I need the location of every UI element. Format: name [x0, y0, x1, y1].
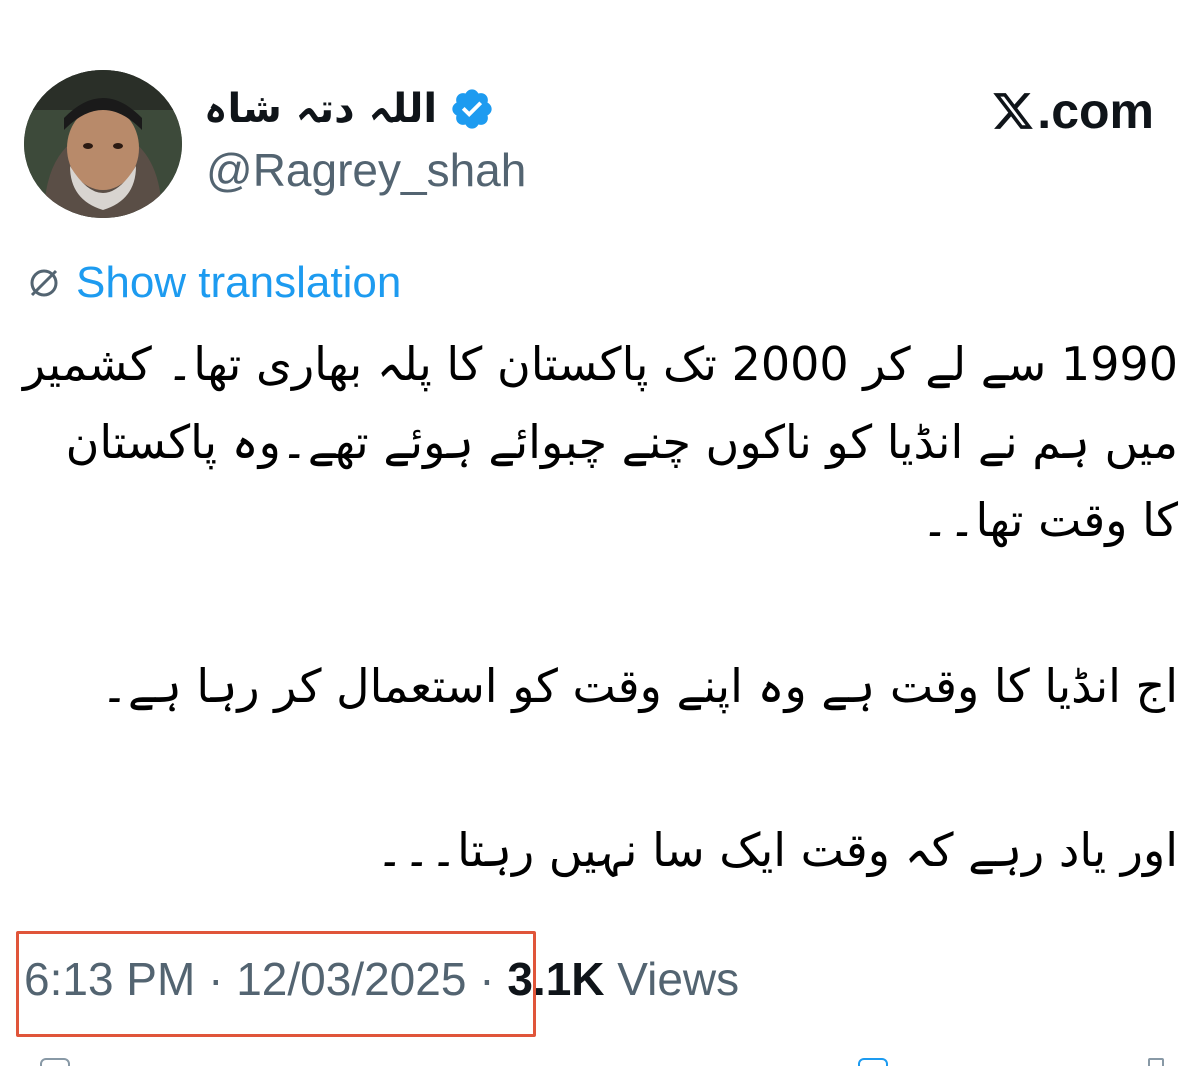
tweet-meta: 6:13 PM · 12/03/2025 · 3.1K Views	[24, 952, 739, 1006]
watermark: .com	[991, 82, 1154, 140]
tweet-paragraph: اج انڈیا کا وقت ہے وہ اپنے وقت کو استعما…	[100, 659, 1178, 713]
verified-badge-icon	[452, 89, 492, 129]
meta-separator: ·	[195, 953, 237, 1005]
tweet-paragraph: 1990 سے لے کر 2000 تک پاکستان کا پلہ بھا…	[22, 337, 1178, 547]
display-name-row: اللہ دتہ شاہ	[204, 78, 495, 140]
tweet-date[interactable]: 12/03/2025	[236, 953, 466, 1005]
tweet-text: 1990 سے لے کر 2000 تک پاکستان کا پلہ بھا…	[22, 325, 1178, 889]
views-count: 3.1K	[507, 953, 605, 1005]
avatar[interactable]	[24, 70, 182, 218]
translation-row[interactable]: Show translation	[26, 258, 401, 308]
reply-icon[interactable]	[40, 1058, 70, 1066]
tweet-time[interactable]: 6:13 PM	[24, 953, 195, 1005]
tweet-paragraph: اور یاد رہے کہ وقت ایک سا نہیں رہتا۔۔۔	[376, 823, 1178, 877]
author-handle[interactable]: @Ragrey_shah	[206, 143, 526, 197]
avatar-image	[24, 70, 182, 218]
display-name[interactable]: اللہ دتہ شاہ	[204, 86, 437, 132]
translate-icon	[30, 269, 58, 297]
x-logo-icon	[993, 93, 1034, 129]
meta-separator: ·	[466, 953, 508, 1005]
bookmark-icon[interactable]	[858, 1058, 888, 1066]
tweet-screenshot: اللہ دتہ شاہ @Ragrey_shah .com Show tran…	[0, 0, 1200, 1066]
views-label: Views	[604, 953, 740, 1005]
share-icon[interactable]	[1148, 1058, 1164, 1066]
show-translation-link[interactable]: Show translation	[76, 258, 401, 308]
watermark-text: .com	[1037, 83, 1154, 139]
